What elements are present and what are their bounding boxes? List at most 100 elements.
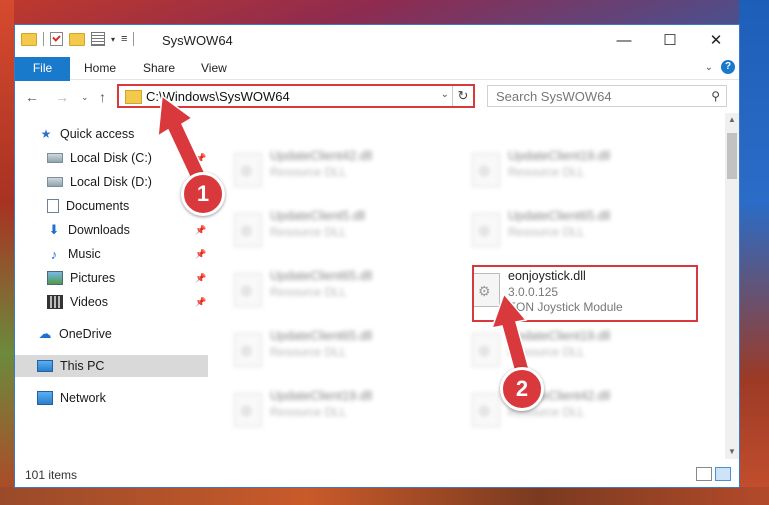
window-controls: — ☐ ✕	[601, 25, 739, 55]
refresh-icon[interactable]: ↻	[452, 86, 473, 106]
list-item[interactable]: UpdateClient5.dll Resource DLL	[224, 203, 454, 253]
sidebar-item-label: OneDrive	[59, 327, 112, 341]
details-view-icon[interactable]	[696, 467, 712, 481]
folder-icon[interactable]	[21, 32, 37, 46]
scroll-up-icon[interactable]: ▲	[725, 113, 739, 127]
drive-icon	[47, 177, 63, 187]
file-name: UpdateClient19.dll	[508, 149, 611, 163]
callout-step-1: 1	[181, 172, 225, 216]
customize-toolbar-chevron-icon[interactable]: ▾	[111, 35, 115, 44]
quick-access-toolbar: ▾ ≡	[21, 32, 135, 46]
sidebar-item-label: Quick access	[60, 127, 135, 141]
back-arrow-icon[interactable]: ←	[25, 89, 39, 105]
sidebar-item-label: Network	[60, 391, 106, 405]
list-item[interactable]: UpdateClient42.dll Resource DLL	[224, 143, 454, 193]
drive-icon	[47, 153, 63, 163]
file-description: Resource DLL	[508, 165, 585, 179]
callout-step-2: 2	[500, 367, 544, 411]
tab-view[interactable]: View	[201, 57, 227, 79]
scrollbar-thumb[interactable]	[727, 133, 737, 179]
downloads-icon: ⬇	[48, 222, 60, 237]
pin-icon[interactable]: 📌	[195, 297, 206, 308]
file-description: Resource DLL	[270, 285, 347, 299]
dll-file-icon	[472, 153, 500, 187]
network-icon	[37, 391, 53, 405]
sidebar-item-downloads[interactable]: ⬇ Downloads 📌	[15, 219, 208, 241]
new-folder-icon[interactable]	[69, 32, 85, 46]
sidebar-item-music[interactable]: ♪ Music 📌	[15, 243, 208, 265]
window-title: SysWOW64	[162, 33, 233, 48]
view-switcher	[696, 467, 731, 481]
search-input[interactable]: Search SysWOW64 ⚲	[487, 85, 727, 107]
sidebar-item-label: Music	[68, 247, 101, 261]
file-name: UpdateClient19.dll	[270, 389, 373, 403]
list-item[interactable]: UpdateClient19.dll Resource DLL	[224, 383, 454, 433]
file-description: Resource DLL	[270, 345, 347, 359]
list-item[interactable]: UpdateClient42.dll Resource DLL	[462, 383, 692, 433]
file-description: Resource DLL	[270, 165, 347, 179]
pin-icon[interactable]: 📌	[195, 273, 206, 284]
search-placeholder: Search SysWOW64	[496, 89, 612, 104]
file-name: UpdateClient42.dll	[270, 149, 373, 163]
vertical-scrollbar[interactable]: ▲ ▼	[725, 113, 739, 459]
this-pc-icon	[37, 360, 53, 372]
folder-icon	[125, 90, 142, 104]
file-name: UpdateClient65.dll	[270, 329, 373, 343]
pictures-icon	[47, 271, 63, 285]
file-name: UpdateClient5.dll	[270, 209, 366, 223]
tab-share[interactable]: Share	[143, 57, 175, 79]
list-item[interactable]: UpdateClient65.dll Resource DLL	[224, 323, 454, 373]
sidebar-item-network[interactable]: Network	[15, 387, 208, 409]
title-bar: ▾ ≡ SysWOW64 — ☐ ✕	[15, 25, 739, 57]
file-name: UpdateClient65.dll	[508, 209, 611, 223]
documents-icon	[47, 199, 59, 213]
sidebar-item-label: Videos	[70, 295, 108, 309]
close-button[interactable]: ✕	[693, 25, 739, 55]
desktop-background-bottom	[0, 487, 769, 505]
sidebar-item-label: Documents	[66, 199, 130, 213]
star-icon: ★	[40, 127, 52, 141]
pin-icon[interactable]: 📌	[195, 225, 206, 236]
toolbar-divider	[133, 32, 135, 46]
dll-file-icon	[234, 333, 262, 367]
expand-ribbon-chevron-icon[interactable]: ⌄	[705, 62, 713, 73]
minimize-button[interactable]: —	[601, 25, 647, 55]
videos-icon	[47, 295, 63, 309]
sidebar-item-label: Downloads	[68, 223, 130, 237]
list-item[interactable]: UpdateClient65.dll Resource DLL	[462, 203, 692, 253]
sidebar-item-videos[interactable]: Videos 📌	[15, 291, 208, 313]
sidebar-item-documents[interactable]: Documents 📌	[15, 195, 208, 217]
sidebar-item-pictures[interactable]: Pictures 📌	[15, 267, 208, 289]
help-icon[interactable]: ?	[721, 60, 735, 74]
music-icon: ♪	[50, 246, 58, 262]
search-icon: ⚲	[711, 89, 720, 103]
dll-file-icon	[234, 273, 262, 307]
dll-file-icon	[234, 393, 262, 427]
sidebar-item-label: Pictures	[70, 271, 116, 285]
ribbon-right-controls: ⌄ ?	[705, 60, 735, 74]
dll-file-icon	[472, 213, 500, 247]
large-icons-view-icon[interactable]	[715, 467, 731, 481]
status-bar: 101 items	[15, 459, 739, 487]
pin-icon[interactable]: 📌	[195, 249, 206, 260]
properties-icon[interactable]	[91, 32, 105, 46]
navigation-bar: ← → ⌄ ↑ C:\Windows\SysWOW64 ⌄ ↻ Search S…	[15, 81, 739, 113]
sidebar-item-label: Local Disk (D:)	[70, 175, 152, 189]
sidebar-item-label: Local Disk (C:)	[70, 151, 152, 165]
recent-locations-chevron-icon[interactable]: ⌄	[81, 92, 89, 103]
list-item[interactable]: UpdateClient19.dll Resource DLL	[462, 143, 692, 193]
scroll-down-icon[interactable]: ▼	[725, 445, 739, 459]
sidebar-item-onedrive[interactable]: ☁ OneDrive	[15, 323, 208, 345]
up-arrow-icon[interactable]: ↑	[99, 89, 106, 105]
sidebar-item-this-pc[interactable]: This PC	[15, 355, 208, 377]
toolbar-menu-icon[interactable]: ≡	[121, 33, 127, 45]
list-item[interactable]: UpdateClient65.dll Resource DLL	[224, 263, 454, 313]
forward-arrow-icon[interactable]: →	[55, 89, 69, 105]
ribbon-tabs: File Home Share View ⌄ ?	[15, 57, 739, 107]
dll-file-icon	[234, 153, 262, 187]
file-name: UpdateClient65.dll	[270, 269, 373, 283]
properties-check-icon[interactable]	[50, 32, 63, 46]
maximize-button[interactable]: ☐	[647, 25, 693, 55]
tab-home[interactable]: Home	[84, 57, 116, 79]
address-dropdown-chevron-icon[interactable]: ⌄	[441, 89, 449, 100]
